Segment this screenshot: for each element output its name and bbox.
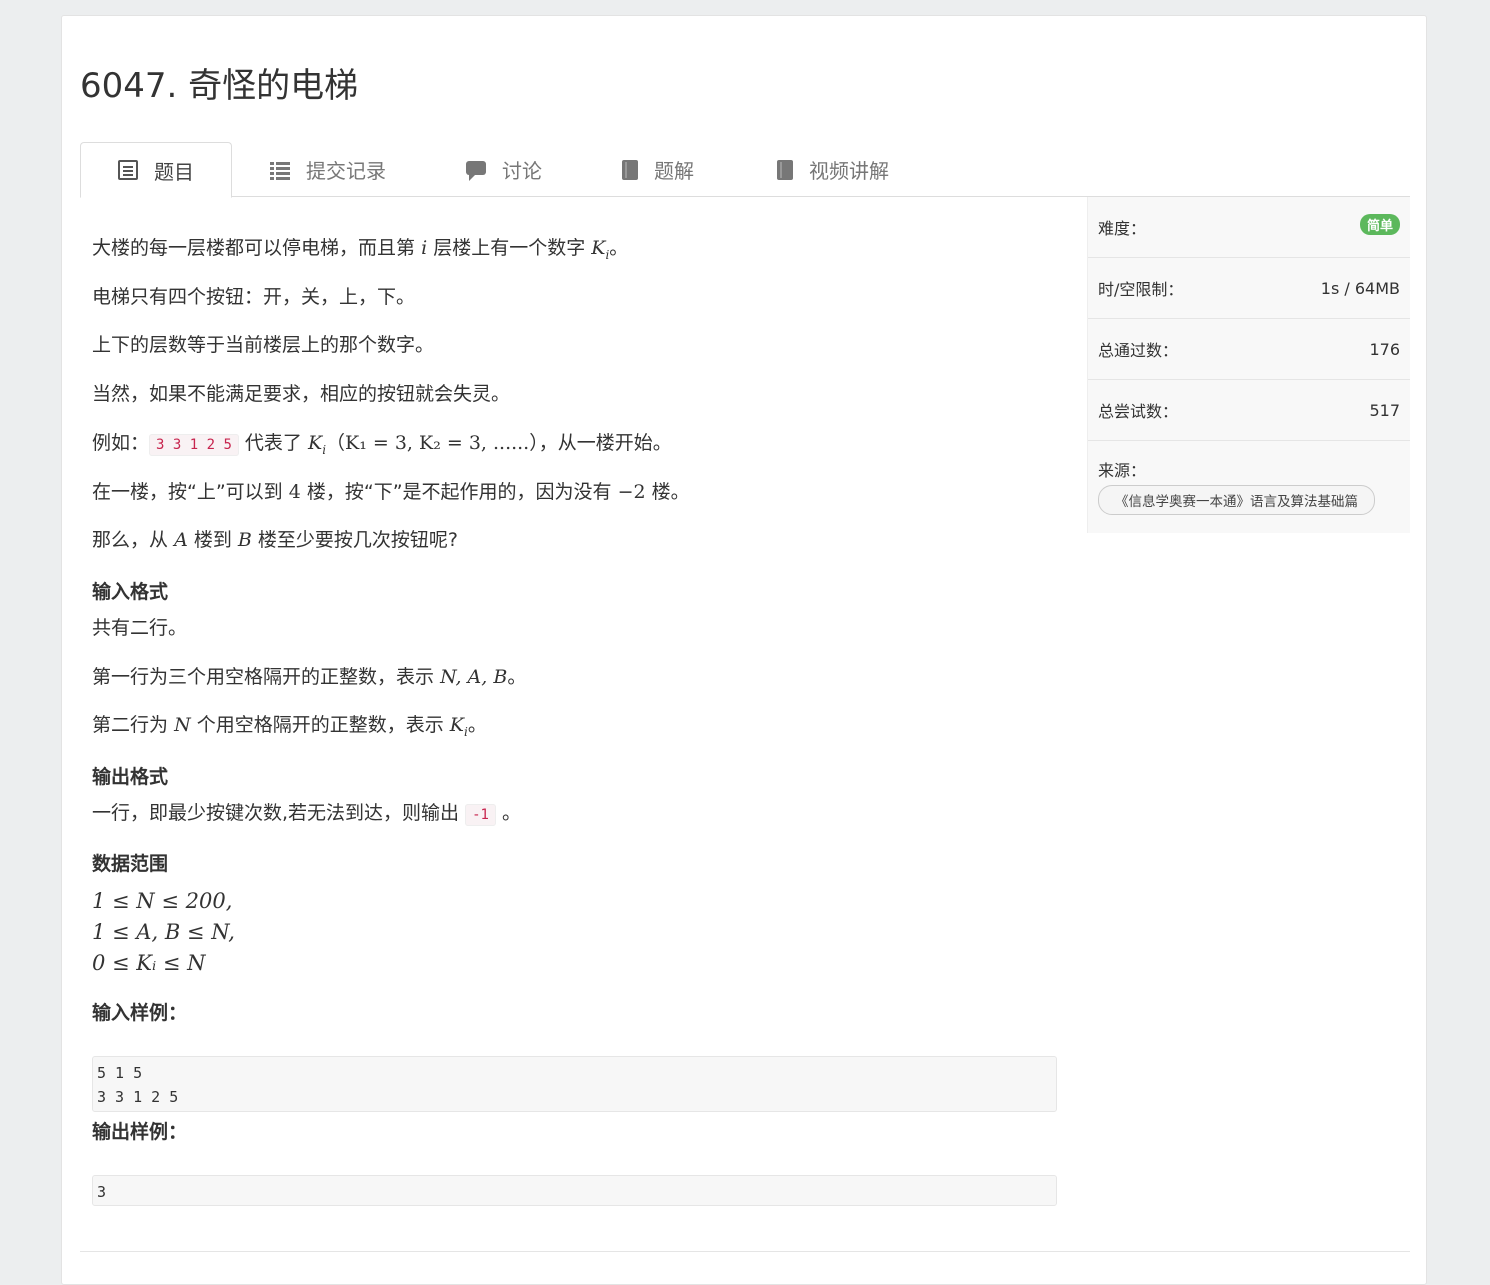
tried-value: 517 (1369, 400, 1400, 420)
tab-label: 讨论 (502, 159, 542, 183)
problem-info-sidebar: 难度： 简单 时/空限制： 1s / 64MB 总通过数： 176 总尝试数： … (1087, 197, 1410, 533)
book-icon (777, 159, 793, 180)
statement-p6: 在一楼，按“上”可以到 4 楼，按“下”是不起作用的，因为没有 −2 楼。 (92, 481, 690, 503)
statement-p1: 大楼的每一层楼都可以停电梯，而且第 i 层楼上有一个数字 Ki。 (92, 237, 629, 262)
tab-problem[interactable]: 题目 (80, 142, 232, 198)
inline-code: -1 (465, 804, 496, 826)
input-format-l2: 第一行为三个用空格隔开的正整数，表示 N, A, B。 (92, 666, 527, 688)
sample-output-heading: 输出样例： (92, 1121, 188, 1143)
statement-p3: 上下的层数等于当前楼层上的那个数字。 (92, 334, 435, 356)
input-format-heading: 输入格式 (92, 581, 169, 603)
page-title: 6047. 奇怪的电梯 (80, 66, 359, 106)
range-line-3: 0 ≤ Kᵢ ≤ N (92, 951, 206, 975)
range-heading: 数据范围 (92, 853, 169, 875)
document-list-icon (118, 160, 138, 180)
passed-value: 176 (1369, 339, 1400, 359)
input-format-l3: 第二行为 N 个用空格隔开的正整数，表示 Ki。 (92, 714, 487, 739)
limit-label: 时/空限制： (1098, 280, 1184, 299)
output-format-l1: 一行，即最少按键次数,若无法到达，则输出 -1 。 (92, 802, 522, 826)
statement-p4: 当然，如果不能满足要求，相应的按钮就会失灵。 (92, 383, 511, 405)
tab-label: 提交记录 (306, 159, 386, 183)
divider (80, 1251, 1410, 1252)
inline-code: 3 3 1 2 5 (149, 434, 239, 456)
sample-output-block: 3 (92, 1175, 1057, 1206)
problem-card: 6047. 奇怪的电梯 题目 提交记录 讨论 题解 视频讲解 大楼的每一层楼都可… (61, 15, 1427, 1285)
list-icon (270, 160, 290, 180)
sample-input-block: 5 1 5 3 3 1 2 5 (92, 1056, 1057, 1112)
limit-value: 1s / 64MB (1320, 278, 1400, 298)
statement-p7: 那么，从 A 楼到 B 楼至少要按几次按钮呢? (92, 529, 459, 551)
tried-row: 总尝试数： 517 (1088, 380, 1410, 441)
tab-label: 题解 (654, 159, 694, 183)
sample-input-heading: 输入样例： (92, 1002, 188, 1024)
limit-row: 时/空限制： 1s / 64MB (1088, 258, 1410, 319)
tab-submissions[interactable]: 提交记录 (270, 142, 386, 197)
statement-p5: 例如： 3 3 1 2 5 代表了 Ki（K₁ = 3, K₂ = 3, ....… (92, 432, 672, 457)
passed-row: 总通过数： 176 (1088, 319, 1410, 380)
passed-label: 总通过数： (1098, 341, 1179, 360)
difficulty-label: 难度： (1098, 219, 1147, 238)
tab-label: 视频讲解 (809, 159, 889, 183)
book-icon (622, 159, 638, 180)
statement-p2: 电梯只有四个按钮：开，关，上，下。 (92, 286, 416, 308)
tab-solutions[interactable]: 题解 (622, 142, 694, 197)
source-row: 来源： 《信息学奥赛一本通》语言及算法基础篇 (1088, 441, 1410, 533)
tab-discussion[interactable]: 讨论 (466, 142, 542, 197)
difficulty-badge: 简单 (1359, 213, 1400, 235)
source-tag[interactable]: 《信息学奥赛一本通》语言及算法基础篇 (1098, 485, 1375, 515)
input-format-l1: 共有二行。 (92, 617, 188, 639)
range-line-1: 1 ≤ N ≤ 200, (92, 889, 233, 913)
source-label: 来源： (1098, 461, 1147, 480)
chat-icon (466, 160, 486, 181)
tab-label: 题目 (154, 159, 194, 184)
range-line-2: 1 ≤ A, B ≤ N, (92, 920, 235, 944)
tab-video[interactable]: 视频讲解 (777, 142, 889, 197)
difficulty-row: 难度： 简单 (1088, 197, 1410, 258)
output-format-heading: 输出格式 (92, 766, 169, 788)
tried-label: 总尝试数： (1098, 402, 1179, 421)
tab-bar: 题目 提交记录 讨论 题解 视频讲解 (80, 142, 1410, 198)
